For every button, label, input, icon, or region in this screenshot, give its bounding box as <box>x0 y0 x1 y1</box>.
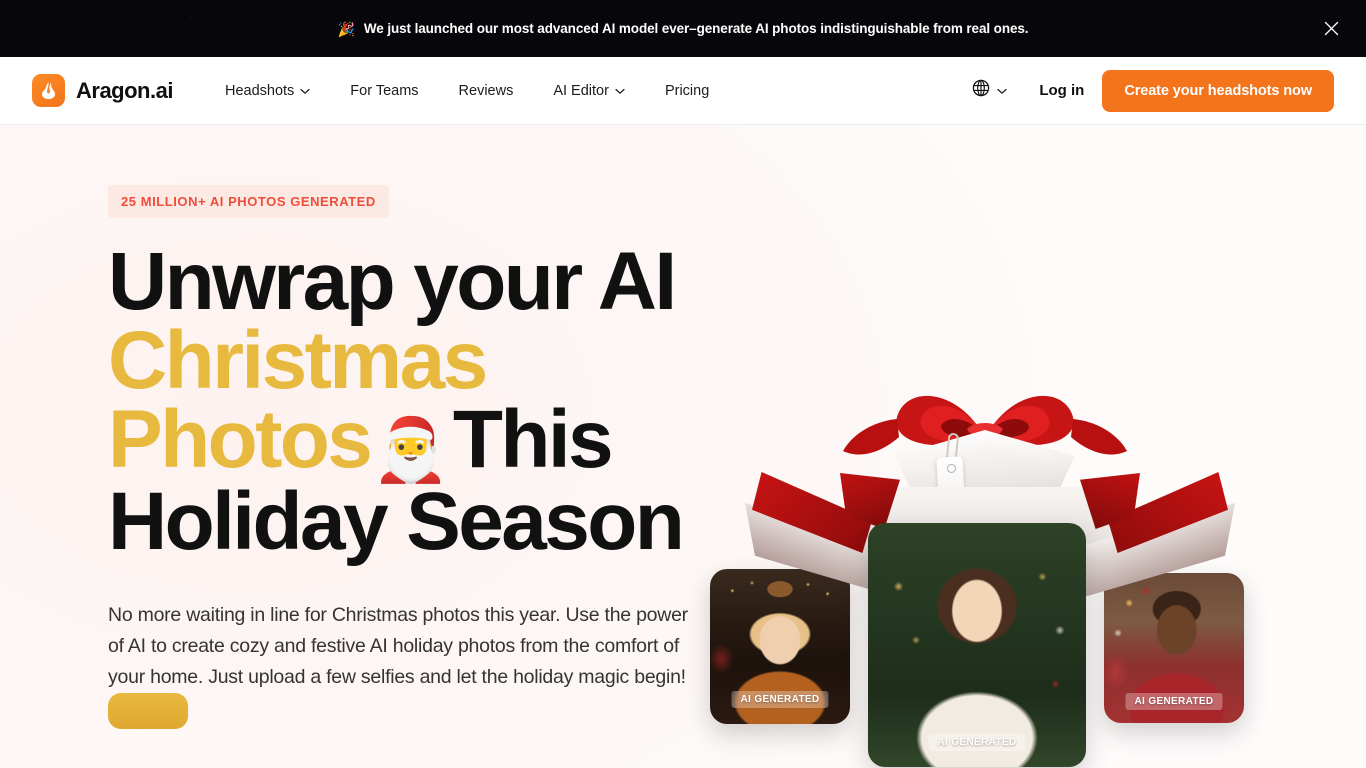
brand-name: Aragon.ai <box>76 77 173 103</box>
brand-logo[interactable]: Aragon.ai <box>32 74 173 107</box>
title-line-3b: This <box>452 394 614 486</box>
nav-links: Headshots For Teams Reviews AI Editor Pr… <box>205 83 729 99</box>
title-line-1: Unwrap your AI <box>108 236 677 327</box>
hero-description: No more waiting in line for Christmas ph… <box>108 604 688 689</box>
announcement-content: 🎉 We just launched our most advanced AI … <box>338 21 1029 36</box>
title-line-3a: Photos <box>108 394 373 486</box>
nav-item-reviews[interactable]: Reviews <box>439 83 534 99</box>
nav-item-for-teams[interactable]: For Teams <box>330 83 438 99</box>
nav-item-ai-editor[interactable]: AI Editor <box>533 83 645 99</box>
login-link[interactable]: Log in <box>1021 82 1102 99</box>
globe-icon <box>972 79 990 102</box>
chevron-down-icon <box>300 83 310 99</box>
title-line-4: Holiday Season <box>108 476 685 568</box>
announcement-bar: 🎉 We just launched our most advanced AI … <box>0 0 1366 57</box>
hero-copy: 25 MILLION+ AI PHOTOS GENERATED Unwrap y… <box>108 185 708 693</box>
flame-icon <box>32 74 65 107</box>
nav-item-label: Headshots <box>224 82 295 99</box>
santa-claus-icon: 🎅 <box>372 416 449 486</box>
nav-item-label: AI Editor <box>553 82 609 99</box>
ai-generated-badge: AI GENERATED <box>1125 693 1223 710</box>
nav-item-label: For Teams <box>350 82 419 99</box>
chevron-down-icon <box>997 82 1007 100</box>
hero-illustration: AI GENERATED AI GENERATED AI GENERATED <box>690 125 1290 768</box>
page-title: Unwrap your AI Christmas Photos🎅This Hol… <box>108 241 708 563</box>
create-headshots-button[interactable]: Create your headshots now <box>1102 69 1334 112</box>
nav-item-label: Reviews <box>458 82 514 99</box>
chevron-down-icon <box>615 83 625 99</box>
announcement-text: We just launched our most advanced AI mo… <box>363 21 1029 36</box>
ai-generated-badge: AI GENERATED <box>731 691 829 708</box>
language-selector[interactable] <box>958 79 1021 102</box>
nav-item-headshots[interactable]: Headshots <box>205 83 330 99</box>
hero-cta-button[interactable] <box>108 693 188 729</box>
nav-actions: Log in Create your headshots now <box>958 69 1334 112</box>
main-navigation: Aragon.ai Headshots For Teams Reviews AI… <box>0 57 1366 125</box>
title-line-2: Christmas <box>108 315 488 407</box>
nav-item-label: Pricing <box>664 82 710 99</box>
nav-item-pricing[interactable]: Pricing <box>645 83 729 99</box>
close-icon[interactable] <box>1320 18 1342 40</box>
ai-photo-card-center[interactable]: AI GENERATED <box>868 523 1086 767</box>
ai-photo-image-center <box>868 523 1086 767</box>
ai-generated-badge: AI GENERATED <box>928 734 1026 751</box>
hero-section: 25 MILLION+ AI PHOTOS GENERATED Unwrap y… <box>0 125 1366 768</box>
status-badge: 25 MILLION+ AI PHOTOS GENERATED <box>108 185 389 218</box>
party-popper-icon: 🎉 <box>337 20 355 37</box>
